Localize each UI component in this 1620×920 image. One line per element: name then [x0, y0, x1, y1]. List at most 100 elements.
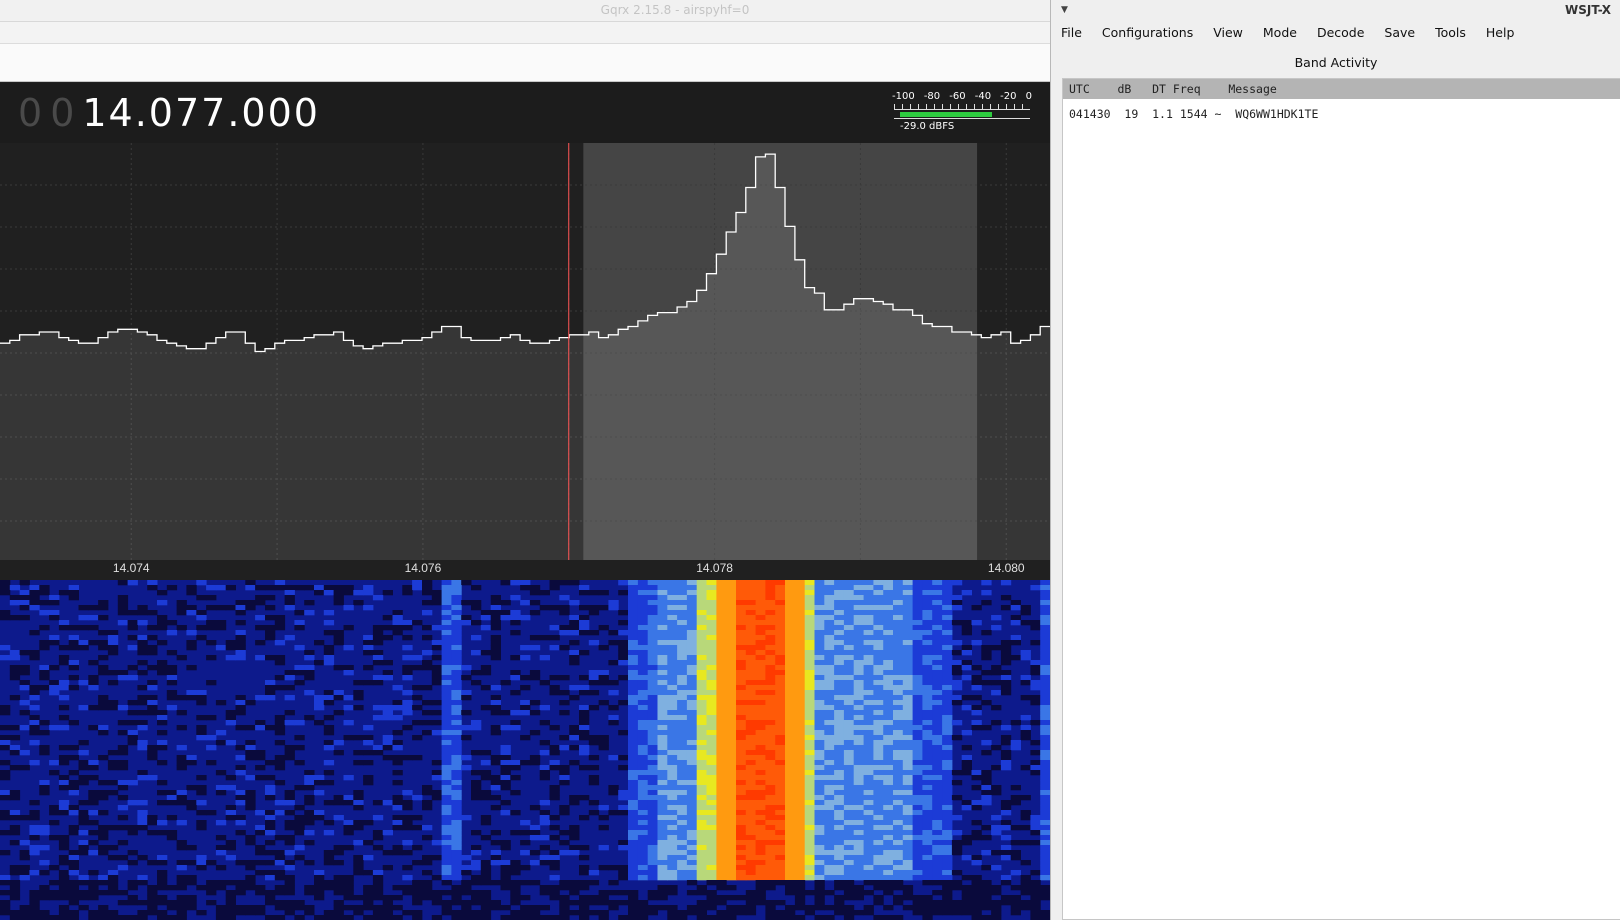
- menu-view[interactable]: View: [1203, 22, 1253, 44]
- waterfall-cell: [912, 760, 923, 766]
- waterfall-cell: [912, 860, 923, 866]
- waterfall-cell: [372, 890, 384, 896]
- waterfall-cell: [873, 720, 884, 726]
- waterfall-cell: [166, 620, 178, 626]
- waterfall-cell: [372, 905, 384, 911]
- waterfall-cell: [834, 640, 845, 646]
- waterfall-cell: [922, 790, 933, 796]
- waterfall-cell: [765, 635, 776, 641]
- frequency-display[interactable]: 0 0 14.077.000: [18, 91, 320, 135]
- waterfall-cell: [588, 670, 600, 676]
- waterfall-cell: [647, 580, 658, 586]
- menu-mode[interactable]: Mode: [1253, 22, 1307, 44]
- waterfall-cell: [951, 850, 963, 856]
- waterfall-cell: [137, 745, 148, 751]
- waterfall-cell: [893, 585, 904, 591]
- waterfall-cell: [834, 665, 845, 671]
- waterfall-cell: [765, 745, 776, 751]
- menu-tools[interactable]: Tools: [1425, 22, 1476, 44]
- menu-configurations[interactable]: Configurations: [1092, 22, 1203, 44]
- band-activity-row[interactable]: 041430 19 1.1 1544 ~ WQ6WW1HDK1TE: [1063, 103, 1620, 121]
- waterfall-cell: [637, 830, 649, 836]
- frequency-leading-digit[interactable]: 0: [50, 91, 76, 135]
- waterfall-cell: [696, 705, 707, 711]
- frequency-value[interactable]: 14.077.000: [82, 91, 320, 135]
- waterfall-cell: [363, 890, 374, 896]
- waterfall-cell: [726, 815, 737, 821]
- waterfall-cell: [834, 790, 845, 796]
- waterfall-cell: [637, 730, 649, 736]
- menu-save[interactable]: Save: [1374, 22, 1425, 44]
- waterfall-cell: [147, 580, 158, 586]
- frequency-tick-label: 14.078: [696, 561, 733, 575]
- waterfall-cell: [647, 685, 658, 691]
- waterfall-cell: [637, 690, 649, 696]
- waterfall-cell: [19, 815, 30, 821]
- waterfall-cell: [1030, 670, 1041, 676]
- waterfall-cell: [235, 640, 246, 646]
- waterfall-cell: [422, 635, 433, 641]
- waterfall-cell: [893, 770, 904, 776]
- waterfall-cell: [559, 830, 570, 836]
- waterfall-cell: [667, 870, 678, 876]
- waterfall-cell: [500, 615, 511, 621]
- waterfall-cell: [255, 885, 266, 891]
- waterfall-cell: [922, 780, 933, 786]
- frequency-leading-digit[interactable]: 0: [18, 91, 44, 135]
- waterfall-cell: [736, 785, 747, 791]
- waterfall-cell: [215, 770, 227, 776]
- waterfall-cell: [686, 645, 698, 651]
- waterfall-cell: [549, 795, 560, 801]
- waterfall-cell: [1040, 825, 1050, 831]
- waterfall-cell: [853, 750, 864, 756]
- waterfall-cell: [922, 605, 933, 611]
- band-activity-panel[interactable]: UTC dB DT Freq Message 041430 19 1.1 154…: [1062, 78, 1620, 920]
- waterfall-cell: [1040, 655, 1050, 661]
- waterfall-cell: [647, 615, 658, 621]
- waterfall-cell: [863, 605, 874, 611]
- waterfall-cell: [647, 695, 658, 701]
- waterfall-cell: [883, 885, 894, 891]
- waterfall-cell: [686, 820, 698, 826]
- waterfall-cell: [49, 600, 60, 606]
- waterfall-cell: [29, 650, 40, 656]
- waterfall-cell: [117, 825, 129, 831]
- waterfall-cell: [628, 835, 639, 841]
- waterfall-cell: [265, 760, 276, 766]
- waterfall-cell: [785, 745, 796, 751]
- spectrum-plot[interactable]: 14.074 14.076 14.078 14.080: [0, 143, 1050, 580]
- waterfall-cell: [363, 915, 374, 920]
- waterfall-cell: [804, 865, 815, 871]
- waterfall-cell: [932, 655, 943, 661]
- waterfall-cell: [539, 720, 550, 726]
- waterfall-cell: [147, 645, 158, 651]
- waterfall-cell: [431, 875, 443, 881]
- waterfall-cell: [745, 910, 757, 916]
- waterfall-cell: [255, 765, 266, 771]
- waterfall-cell: [68, 915, 79, 920]
- menu-help[interactable]: Help: [1476, 22, 1525, 44]
- waterfall-cell: [78, 625, 89, 631]
- menu-decode[interactable]: Decode: [1307, 22, 1374, 44]
- menu-file[interactable]: File: [1051, 22, 1092, 44]
- waterfall-cell: [78, 760, 89, 766]
- waterfall-cell: [667, 695, 678, 701]
- waterfall-cell: [1000, 755, 1012, 761]
- waterfall-cell: [569, 725, 580, 731]
- waterfall-cell: [441, 665, 452, 671]
- waterfall-cell: [628, 595, 639, 601]
- waterfall-cell: [804, 630, 815, 636]
- waterfall-cell: [794, 605, 806, 611]
- waterfall-cell: [1020, 810, 1031, 816]
- waterfall-cell: [1000, 760, 1012, 766]
- waterfall-cell: [323, 715, 335, 721]
- window-menu-arrow-icon[interactable]: ▼: [1061, 5, 1068, 15]
- waterfall-cell: [333, 800, 344, 806]
- waterfall-cell: [912, 855, 923, 861]
- waterfall-cell: [529, 835, 541, 841]
- waterfall-cell: [9, 745, 21, 751]
- waterfall-cell: [932, 860, 943, 866]
- waterfall-cell: [991, 745, 1002, 751]
- waterfall-cell: [883, 695, 894, 701]
- waterfall-plot[interactable]: [0, 580, 1050, 920]
